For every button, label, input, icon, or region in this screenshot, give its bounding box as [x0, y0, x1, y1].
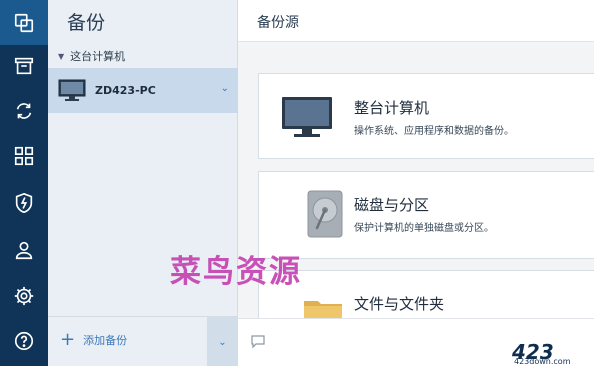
nav-protection-button[interactable] — [0, 180, 48, 225]
site-logo-url: 423down.com — [514, 357, 571, 366]
sync-icon — [16, 102, 32, 119]
backup-item-name: ZD423-PC — [95, 84, 156, 97]
backup-source-panel: 备份源 整台计算机 操作系统、应用程序和数据的备份。 磁盘与分区 保护计算机的单… — [238, 0, 594, 366]
archive-icon — [14, 57, 34, 74]
nav-settings-button[interactable] — [0, 273, 48, 318]
backup-item[interactable]: ZD423-PC ⌄ — [48, 68, 238, 113]
chevron-down-icon[interactable]: ⌄ — [221, 83, 229, 94]
nav-dashboard-button[interactable] — [0, 133, 48, 178]
hard-disk-icon — [307, 190, 343, 238]
page-title: 备份源 — [257, 15, 299, 31]
shield-icon — [15, 192, 33, 213]
caret-down-icon: ▼ — [58, 51, 65, 61]
comment-icon[interactable] — [250, 335, 266, 349]
add-backup-label: 添加备份 — [83, 334, 128, 347]
source-description: 保护计算机的单独磁盘或分区。 — [354, 223, 494, 234]
backup-list-panel: 备份 ▼ 这台计算机 ZD423-PC ⌄ + 添加备份 ⌄ — [48, 0, 238, 366]
monitor-icon — [282, 97, 332, 137]
account-icon — [15, 241, 33, 259]
group-this-computer[interactable]: ▼ 这台计算机 — [58, 48, 125, 64]
source-files-card[interactable]: 文件与文件夹 — [258, 270, 594, 321]
nav-rail — [0, 0, 48, 366]
dashboard-grid-icon — [14, 146, 34, 165]
monitor-icon — [58, 79, 86, 101]
add-backup-button[interactable]: + 添加备份 — [60, 331, 127, 349]
source-entire-pc-card[interactable]: 整台计算机 操作系统、应用程序和数据的备份。 — [258, 73, 594, 159]
main-header: 备份源 — [238, 0, 594, 42]
watermark-text: 菜鸟资源 — [170, 254, 302, 290]
backup-list-title: 备份 — [67, 12, 106, 34]
help-icon — [14, 331, 34, 350]
group-label-text: 这台计算机 — [70, 50, 126, 63]
nav-help-button[interactable] — [0, 318, 48, 363]
nav-sync-button[interactable] — [0, 88, 48, 133]
backup-list-footer: + 添加备份 ⌄ — [48, 316, 238, 366]
add-backup-dropdown-button[interactable]: ⌄ — [207, 317, 238, 366]
source-title: 整台计算机 — [354, 99, 430, 117]
source-disks-card[interactable]: 磁盘与分区 保护计算机的单独磁盘或分区。 — [258, 171, 594, 259]
copy-icon — [14, 13, 34, 32]
nav-backup-button[interactable] — [0, 0, 48, 45]
nav-account-button[interactable] — [0, 227, 48, 272]
source-description: 操作系统、应用程序和数据的备份。 — [354, 126, 514, 137]
source-title: 磁盘与分区 — [354, 196, 430, 214]
plus-icon: + — [60, 329, 76, 350]
nav-archive-button[interactable] — [0, 43, 48, 88]
settings-gear-icon — [14, 286, 34, 305]
chevron-down-icon: ⌄ — [218, 336, 227, 348]
source-title: 文件与文件夹 — [354, 295, 445, 313]
